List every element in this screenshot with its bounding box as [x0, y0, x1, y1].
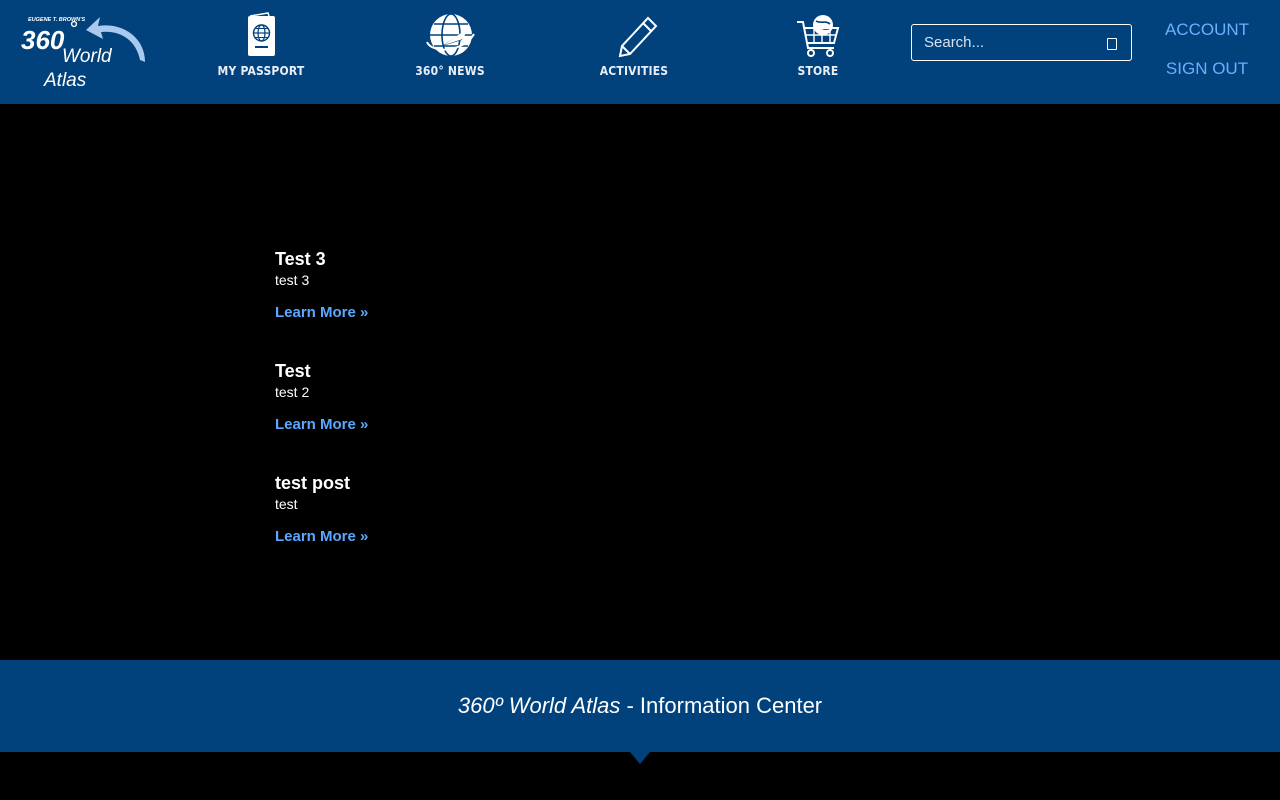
- logo-byline: EUGENE T. BROWN'S: [28, 17, 85, 23]
- post-list: Test 3 test 3 Learn More » Test test 2 L…: [275, 248, 875, 584]
- site-footer: 360º World Atlas - Information Center: [0, 660, 1280, 764]
- account-link[interactable]: ACCOUNT: [1160, 20, 1254, 40]
- nav-store[interactable]: STORE: [743, 12, 893, 92]
- post-item: test post test Learn More »: [275, 472, 875, 584]
- footer-brand: 360º World Atlas: [457, 693, 621, 718]
- post-excerpt: test 2: [275, 384, 310, 400]
- site-logo[interactable]: EUGENE T. BROWN'S 360 World Atlas: [18, 10, 150, 92]
- search-button[interactable]: [1107, 38, 1117, 50]
- nav-label: STORE: [797, 64, 839, 78]
- learn-more-link[interactable]: Learn More »: [275, 304, 368, 321]
- post-item: Test test 2 Learn More »: [275, 360, 875, 472]
- search-input[interactable]: [912, 25, 1102, 60]
- shopping-cart-icon: [797, 15, 840, 57]
- post-title: test post: [275, 473, 351, 493]
- site-header: EUGENE T. BROWN'S 360 World Atlas MY PAS…: [0, 0, 1280, 104]
- search-box: [911, 24, 1132, 61]
- nav-360-news[interactable]: 360° NEWS: [375, 12, 525, 92]
- footer-title: 360º World Atlas - Information Center: [0, 693, 1280, 719]
- logo-atlas: Atlas: [43, 70, 87, 91]
- footer-pointer: [630, 752, 650, 764]
- post-title: Test 3: [275, 249, 326, 269]
- nav-label: ACTIVITIES: [599, 64, 669, 78]
- passport-icon: [248, 12, 275, 56]
- pencil-icon: [618, 16, 658, 58]
- globe-plane-icon: [426, 13, 475, 57]
- nav-activities[interactable]: ACTIVITIES: [559, 12, 709, 92]
- nav-label: MY PASSPORT: [217, 64, 305, 78]
- nav-my-passport[interactable]: MY PASSPORT: [186, 12, 336, 92]
- learn-more-link[interactable]: Learn More »: [275, 416, 368, 433]
- learn-more-link[interactable]: Learn More »: [275, 528, 368, 545]
- post-title: Test: [275, 361, 311, 381]
- sign-out-link[interactable]: SIGN OUT: [1160, 59, 1254, 79]
- post-item: Test 3 test 3 Learn More »: [275, 248, 875, 360]
- logo-world: World: [62, 46, 113, 67]
- post-excerpt: test: [275, 496, 298, 512]
- nav-label: 360° NEWS: [415, 64, 485, 78]
- footer-suffix: - Information Center: [620, 693, 823, 718]
- post-excerpt: test 3: [275, 272, 310, 288]
- logo-number: 360: [21, 25, 65, 55]
